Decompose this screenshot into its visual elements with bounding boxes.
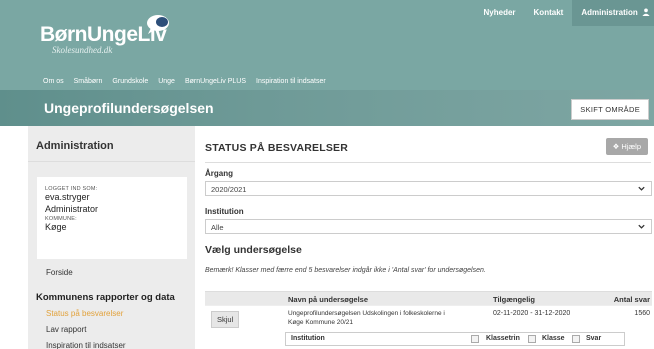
sidebar-item-lav-rapport[interactable]: Lav rapport [46, 325, 86, 334]
user-info-box: LOGGET IND SOM: eva.stryger Administrato… [37, 177, 187, 259]
sort-dropdown-icon[interactable] [528, 335, 536, 343]
sort-dropdown-icon[interactable] [572, 335, 580, 343]
title-bar: Ungeprofilundersøgelsen SKIFT OMRÅDE [0, 90, 654, 126]
logo[interactable]: BørnUngeLiv Skolesundhed.dk [40, 15, 169, 55]
survey-table: Navn på undersøgelse Tilgængelig Antal s… [205, 291, 652, 346]
site-header: Nyheder Kontakt Administration BørnUngeL… [0, 0, 654, 90]
page-title: Ungeprofilundersøgelsen [44, 100, 214, 116]
sub-col-institution: Institution [291, 335, 325, 342]
nav-administration[interactable]: Administration [572, 0, 654, 26]
note-text: Bemærk! Klasser med færre end 5 besvarel… [205, 267, 486, 274]
answer-count: 1560 [634, 310, 650, 317]
institution-select-value: Alle [211, 223, 224, 232]
info-icon: ❖ [612, 142, 620, 151]
mainnav-item[interactable]: Unge [158, 78, 175, 85]
municipality: Køge [45, 222, 67, 232]
hide-button[interactable]: Skjul [211, 311, 240, 328]
nav-kontakt[interactable]: Kontakt [525, 0, 573, 26]
survey-name-line1: Ungeprofilundersøgelsen Udskolingen i fo… [288, 310, 445, 317]
mainnav-item[interactable]: BørnUngeLiv PLUS [185, 78, 246, 85]
survey-name-line2: Køge Kommune 20/21 [288, 319, 354, 326]
sidebar-heading: Administration [28, 126, 195, 162]
sidebar-item-status[interactable]: Status på besvarelser [46, 309, 123, 318]
argang-label: Årgang [205, 169, 233, 178]
help-button-label: Hjælp [621, 142, 641, 151]
argang-select[interactable]: 2020/2021 [205, 181, 652, 196]
col-header-answers: Antal svar [613, 295, 650, 304]
user-role: Administrator [45, 204, 99, 214]
main-nav: Om os Småbørn Grundskole Unge BørnUngeLi… [43, 78, 336, 85]
section-title: Vælg undersøgelse [205, 244, 302, 256]
username: eva.stryger [45, 192, 90, 202]
help-button[interactable]: ❖ Hjælp [605, 138, 648, 155]
sub-col-svar: Svar [586, 335, 602, 342]
sub-col-klassetrin: Klassetrin [486, 335, 520, 342]
table-header: Navn på undersøgelse Tilgængelig Antal s… [205, 291, 652, 305]
col-header-available: Tilgængelig [493, 295, 535, 304]
mainnav-item[interactable]: Inspiration til indsatser [256, 78, 326, 85]
available-dates: 02-11-2020 - 31-12-2020 [493, 310, 571, 317]
main-heading: STATUS PÅ BESVARELSER [205, 142, 349, 154]
chevron-down-icon [638, 224, 645, 229]
sidebar-item-inspiration[interactable]: Inspiration til indsatser [46, 341, 126, 349]
argang-select-value: 2020/2021 [211, 185, 247, 194]
mainnav-item[interactable]: Grundskole [112, 78, 148, 85]
chevron-down-icon [638, 186, 645, 191]
main-content: STATUS PÅ BESVARELSER ❖ Hjælp Årgang 202… [196, 126, 654, 349]
sidebar-section-title: Kommunens rapporter og data [36, 292, 175, 303]
sort-dropdown-icon[interactable] [471, 335, 479, 343]
nav-nyheder[interactable]: Nyheder [475, 0, 525, 26]
mainnav-item[interactable]: Om os [43, 78, 64, 85]
switch-area-button[interactable]: SKIFT OMRÅDE [571, 99, 649, 120]
nav-administration-label: Administration [581, 8, 638, 17]
institution-select[interactable]: Alle [205, 219, 652, 234]
mainnav-item[interactable]: Småbørn [74, 78, 103, 85]
sidebar-item-forside[interactable]: Forside [46, 268, 73, 277]
col-header-name: Navn på undersøgelse [288, 295, 369, 304]
top-nav: Nyheder Kontakt Administration [475, 0, 654, 26]
user-icon [642, 8, 650, 16]
sidebar: Administration LOGGET IND SOM: eva.stryg… [28, 126, 195, 349]
table-row[interactable]: Skjul Ungeprofilundersøgelsen Udskolinge… [205, 305, 652, 331]
divider [205, 162, 651, 163]
speech-bubble-logo-icon [147, 15, 169, 34]
sub-col-klasse: Klasse [542, 335, 565, 342]
institution-label: Institution [205, 207, 244, 216]
sub-table-header: Institution Klassetrin Klasse Svar [285, 332, 625, 346]
